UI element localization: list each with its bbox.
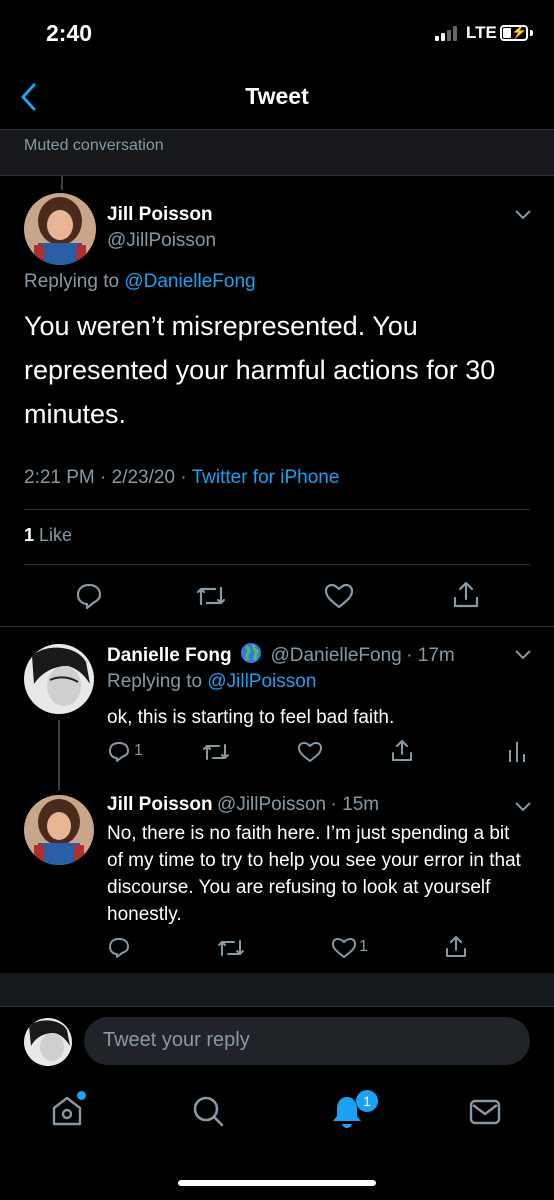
like-icon[interactable]	[297, 741, 323, 763]
reply-time: · 15m	[330, 794, 380, 815]
reply-icon[interactable]	[107, 936, 131, 960]
share-icon[interactable]	[390, 738, 414, 764]
share-icon[interactable]	[452, 580, 480, 610]
divider	[24, 509, 530, 510]
reply-text: No, there is no faith here. I’m just spe…	[107, 823, 521, 925]
battery-icon: ⚡	[500, 24, 528, 41]
thread-line	[61, 176, 63, 190]
network-label: LTE	[466, 23, 497, 42]
replying-to-link[interactable]: @DanielleFong	[124, 271, 255, 292]
section-spacer	[0, 973, 554, 1006]
replying-to: Replying to @JillPoisson	[107, 671, 316, 693]
author-name[interactable]: Jill Poisson	[107, 204, 213, 226]
avatar[interactable]	[24, 644, 94, 714]
search-icon[interactable]	[191, 1094, 225, 1128]
tweet-text: You weren’t misrepresented. You represen…	[24, 311, 496, 429]
replying-prefix: Replying to	[107, 671, 203, 692]
status-time: 2:40	[46, 20, 93, 46]
chevron-down-icon[interactable]	[513, 208, 533, 222]
reply-time: · 17m	[406, 645, 455, 666]
retweet-icon[interactable]	[202, 742, 230, 762]
reply-icon[interactable]	[75, 582, 103, 610]
tweet-timestamp: 2:21 PM · 2/23/20 ·	[24, 467, 192, 488]
replying-to: Replying to @DanielleFong	[24, 271, 256, 293]
home-indicator	[178, 1180, 376, 1186]
like-icon[interactable]	[324, 583, 354, 609]
reply-count: 1	[134, 742, 143, 759]
home-new-dot	[77, 1091, 86, 1100]
page-title: Tweet	[245, 83, 309, 109]
muted-label: Muted conversation	[24, 137, 164, 154]
likes-row[interactable]: 1 Like	[24, 525, 72, 546]
chevron-down-icon[interactable]	[513, 648, 533, 662]
globe-icon	[240, 642, 262, 669]
author-name[interactable]: Jill Poisson	[107, 794, 213, 815]
retweet-icon[interactable]	[195, 584, 227, 608]
reply-header: Jill Poisson @JillPoisson · 15m	[107, 794, 379, 816]
avatar[interactable]	[24, 1018, 72, 1066]
divider	[24, 564, 530, 565]
reply-icon[interactable]	[107, 740, 131, 764]
reply-placeholder: Tweet your reply	[103, 1029, 250, 1051]
replying-to-link[interactable]: @JillPoisson	[207, 671, 316, 692]
author-handle[interactable]: @JillPoisson	[107, 230, 216, 252]
author-name[interactable]: Danielle Fong	[107, 645, 232, 666]
reply-text: ok, this is starting to feel bad faith.	[107, 707, 395, 728]
share-icon[interactable]	[444, 934, 468, 960]
chevron-down-icon[interactable]	[513, 800, 533, 814]
signal-icon	[435, 26, 457, 41]
divider	[0, 1006, 554, 1007]
battery-tip	[530, 30, 533, 36]
thread-line	[58, 720, 60, 790]
analytics-icon[interactable]	[507, 740, 527, 764]
like-count: 1	[24, 525, 35, 545]
reply-header: Danielle Fong @DanielleFong · 17m	[107, 642, 455, 669]
notifications-badge: 1	[356, 1090, 378, 1112]
retweet-icon[interactable]	[217, 938, 245, 958]
divider	[0, 626, 554, 627]
author-handle[interactable]: @DanielleFong	[270, 645, 401, 666]
author-handle[interactable]: @JillPoisson	[217, 794, 326, 815]
replying-prefix: Replying to	[24, 271, 120, 292]
like-label: Like	[39, 525, 73, 545]
like-count: 1	[359, 938, 368, 955]
avatar[interactable]	[24, 193, 96, 265]
like-icon[interactable]	[331, 937, 357, 959]
tweet-source-link[interactable]: Twitter for iPhone	[192, 467, 340, 488]
avatar[interactable]	[24, 795, 94, 865]
tweet-meta: 2:21 PM · 2/23/20 · Twitter for iPhone	[24, 467, 339, 489]
messages-icon[interactable]	[468, 1097, 502, 1127]
